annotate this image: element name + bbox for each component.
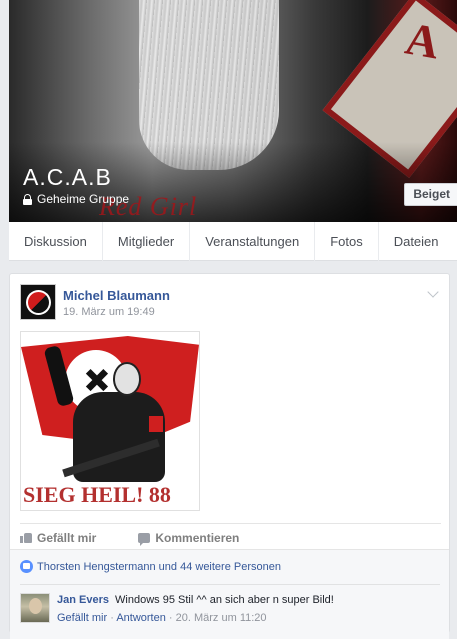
likes-summary-text[interactable]: Thorsten Hengstermann und 44 weitere Per… (37, 561, 281, 573)
chevron-down-icon[interactable] (427, 286, 439, 298)
separator: · (168, 612, 176, 624)
author-avatar[interactable] (20, 284, 56, 320)
comment-meta: Gefällt mir · Antworten · 20. März um 11… (57, 612, 267, 624)
post-card: Michel Blaumann 19. März um 19:49 ✚ SIEG… (9, 273, 450, 639)
group-privacy-label: Geheime Gruppe (37, 192, 130, 206)
post-timestamp[interactable]: 19. März um 19:49 (63, 306, 155, 318)
tab-veranstaltungen[interactable]: Veranstaltungen (190, 221, 316, 261)
post-footer: Thorsten Hengstermann und 44 weitere Per… (10, 549, 449, 639)
post-author[interactable]: Michel Blaumann (63, 288, 170, 303)
tab-diskussion[interactable]: Diskussion (9, 221, 103, 261)
group-title[interactable]: A.C.A.B (23, 164, 112, 191)
comment-icon (138, 532, 151, 546)
thumbs-up-icon (20, 532, 32, 543)
comment-body: Windows 95 Stil ^^ an sich aber n super … (115, 594, 334, 606)
comment-reply-link[interactable]: Antworten (116, 612, 166, 624)
like-button[interactable]: Gefällt mir (20, 531, 96, 545)
post-image[interactable]: ✚ SIEG HEIL! 88 (20, 331, 200, 511)
image-caption: SIEG HEIL! 88 (23, 482, 171, 507)
comment-button-label: Kommentieren (155, 530, 240, 545)
like-button-label: Gefällt mir (37, 530, 97, 545)
image-figure-head (113, 362, 141, 396)
antifa-logo-icon (26, 290, 51, 315)
comment: Jan Evers Windows 95 Stil ^^ an sich abe… (57, 594, 334, 606)
post-actions: Gefällt mir Kommentieren (20, 523, 441, 551)
image-armband (149, 416, 163, 432)
tab-dateien[interactable]: Dateien (379, 222, 454, 261)
comment-timestamp[interactable]: 20. März um 11:20 (176, 612, 267, 624)
group-cover-photo[interactable]: A Red Girl A.C.A.B Geheime Gruppe Beiget (9, 0, 457, 222)
group-privacy: Geheime Gruppe (23, 192, 129, 206)
join-group-button[interactable]: Beiget (404, 183, 457, 206)
lock-icon (23, 193, 32, 205)
group-tabs: Diskussion Mitglieder Veranstaltungen Fo… (9, 221, 457, 261)
comment-author[interactable]: Jan Evers (57, 594, 109, 606)
commenter-avatar[interactable] (20, 593, 50, 623)
likes-summary[interactable]: Thorsten Hengstermann und 44 weitere Per… (20, 560, 281, 573)
tab-fotos[interactable]: Fotos (315, 221, 379, 261)
like-reaction-icon (20, 560, 33, 573)
comment-button[interactable]: Kommentieren (130, 530, 240, 546)
comment-like-link[interactable]: Gefällt mir (57, 612, 107, 624)
tab-mitglieder[interactable]: Mitglieder (103, 221, 191, 261)
divider (20, 584, 440, 585)
